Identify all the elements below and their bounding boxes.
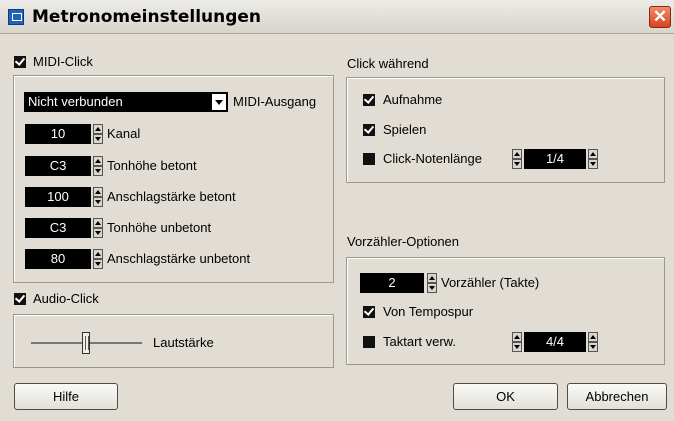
window-title: Metronomeinstellungen [32, 7, 262, 27]
audio-click-label: Audio-Click [33, 291, 99, 306]
arrow-up-icon[interactable] [93, 124, 103, 134]
record-label: Aufnahme [383, 92, 443, 107]
arrow-down-icon[interactable] [93, 166, 103, 176]
normal-velocity-field[interactable]: 80 [25, 249, 91, 269]
time-signature-field[interactable]: 4/4 [524, 332, 586, 352]
audio-click-checkbox[interactable] [14, 293, 26, 305]
normal-pitch-field[interactable]: C3 [25, 218, 91, 238]
channel-field[interactable]: 10 [25, 124, 91, 144]
normal-velocity-label: Anschlagstärke unbetont [107, 251, 251, 266]
volume-label: Lautstärke [153, 335, 214, 350]
note-length-checkbox[interactable] [363, 153, 375, 165]
use-time-signature-label: Taktart verw. [383, 334, 456, 349]
arrow-down-icon[interactable] [93, 134, 103, 144]
accent-velocity-stepper[interactable] [93, 187, 103, 207]
close-icon[interactable]: ✕ [649, 6, 671, 28]
play-label: Spielen [383, 122, 427, 137]
record-checkbox[interactable] [363, 94, 375, 106]
midi-click-label: MIDI-Click [33, 54, 93, 69]
use-time-signature-checkbox[interactable] [363, 336, 375, 348]
arrow-up-icon[interactable] [512, 149, 522, 159]
arrow-up-icon[interactable] [588, 149, 598, 159]
midi-output-label: MIDI-Ausgang [233, 94, 317, 109]
note-length-label: Click-Notenlänge [383, 151, 482, 166]
play-checkbox[interactable] [363, 124, 375, 136]
time-signature-left-stepper[interactable] [512, 332, 522, 352]
note-length-left-stepper[interactable] [512, 149, 522, 169]
midi-click-checkbox[interactable] [14, 56, 26, 68]
accent-pitch-label: Tonhöhe betont [107, 158, 197, 173]
accent-velocity-label: Anschlagstärke betont [107, 189, 236, 204]
app-window-icon [8, 9, 24, 25]
ok-button[interactable]: OK [453, 383, 558, 410]
arrow-down-icon[interactable] [93, 259, 103, 269]
note-length-field[interactable]: 1/4 [524, 149, 586, 169]
metronome-settings-dialog: Metronomeinstellungen ✕ MIDI-Click Nicht… [0, 0, 674, 421]
midi-output-value: Nicht verbunden [28, 94, 123, 109]
title-bar: Metronomeinstellungen ✕ [0, 0, 674, 34]
midi-output-select[interactable]: Nicht verbunden [24, 92, 228, 112]
arrow-down-icon[interactable] [512, 159, 522, 169]
channel-label: Kanal [107, 126, 141, 141]
arrow-up-icon[interactable] [427, 273, 437, 283]
arrow-up-icon[interactable] [512, 332, 522, 342]
arrow-up-icon[interactable] [93, 249, 103, 259]
help-button[interactable]: Hilfe [14, 383, 118, 410]
normal-pitch-stepper[interactable] [93, 218, 103, 238]
arrow-down-icon[interactable] [512, 342, 522, 352]
from-tempo-track-label: Von Tempospur [383, 304, 474, 319]
arrow-down-icon[interactable] [93, 197, 103, 207]
chevron-down-icon[interactable] [212, 94, 226, 110]
normal-pitch-label: Tonhöhe unbetont [107, 220, 212, 235]
accent-pitch-stepper[interactable] [93, 156, 103, 176]
time-signature-right-stepper[interactable] [588, 332, 598, 352]
cancel-button[interactable]: Abbrechen [567, 383, 667, 410]
count-in-bars-field[interactable]: 2 [360, 273, 424, 293]
channel-stepper[interactable] [93, 124, 103, 144]
arrow-up-icon[interactable] [93, 187, 103, 197]
note-length-right-stepper[interactable] [588, 149, 598, 169]
arrow-up-icon[interactable] [588, 332, 598, 342]
click-during-heading: Click während [347, 56, 429, 71]
arrow-down-icon[interactable] [588, 159, 598, 169]
arrow-up-icon[interactable] [93, 218, 103, 228]
arrow-down-icon[interactable] [427, 283, 437, 293]
volume-slider-thumb[interactable] [82, 332, 90, 354]
accent-velocity-field[interactable]: 100 [25, 187, 91, 207]
from-tempo-track-checkbox[interactable] [363, 306, 375, 318]
normal-velocity-stepper[interactable] [93, 249, 103, 269]
arrow-down-icon[interactable] [93, 228, 103, 238]
count-in-heading: Vorzähler-Optionen [347, 234, 460, 249]
count-in-bars-stepper[interactable] [427, 273, 437, 293]
arrow-up-icon[interactable] [93, 156, 103, 166]
accent-pitch-field[interactable]: C3 [25, 156, 91, 176]
count-in-bars-label: Vorzähler (Takte) [441, 275, 540, 290]
arrow-down-icon[interactable] [588, 342, 598, 352]
